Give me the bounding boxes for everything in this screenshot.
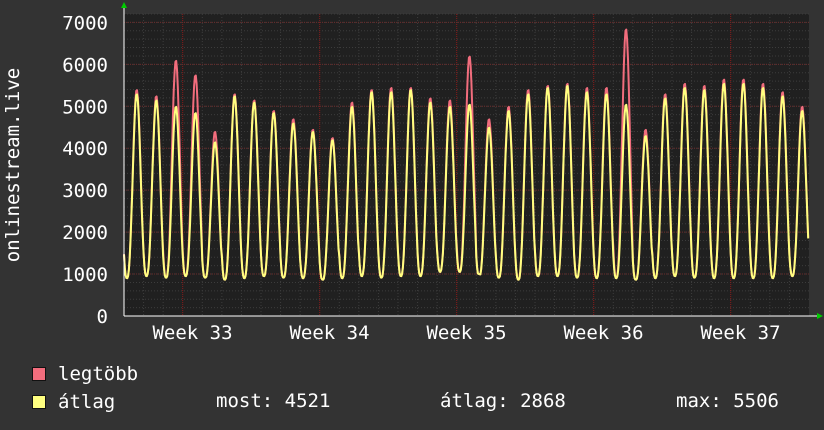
y-tick-label: 3000 (62, 180, 108, 202)
x-tick-label: Week 37 (700, 322, 780, 344)
y-tick-label: 2000 (62, 222, 108, 244)
legend-item-max: legtöbb (32, 363, 138, 385)
y-tick-label: 5000 (62, 96, 108, 118)
legend-item-avg: átlag (32, 391, 115, 413)
x-tick-label: Week 33 (152, 322, 232, 344)
y-tick-label: 1000 (62, 264, 108, 286)
y-axis-title: onlinestream.live (2, 68, 24, 262)
y-axis-arrow-icon (121, 2, 127, 8)
x-axis-arrow-icon (817, 313, 823, 319)
legend-label-max: legtöbb (58, 363, 139, 385)
legend-swatch-avg (32, 395, 46, 409)
stat-avg: átlag: 2868 (440, 390, 566, 412)
y-tick-label: 0 (97, 306, 108, 328)
y-tick-label: 4000 (62, 138, 108, 160)
x-tick-label: Week 34 (289, 322, 369, 344)
x-tick-label: Week 36 (563, 322, 643, 344)
y-tick-label: 7000 (62, 12, 108, 34)
x-tick-label: Week 35 (426, 322, 506, 344)
legend-label-avg: átlag (58, 391, 116, 413)
line-chart: 0 1000 2000 3000 4000 5000 6000 7000 Week 33 Week… (2, 2, 823, 344)
legend-swatch-max (32, 367, 46, 381)
stat-max: max: 5506 (676, 390, 779, 412)
stat-now: most: 4521 (216, 390, 331, 412)
y-tick-label: 6000 (62, 54, 108, 76)
